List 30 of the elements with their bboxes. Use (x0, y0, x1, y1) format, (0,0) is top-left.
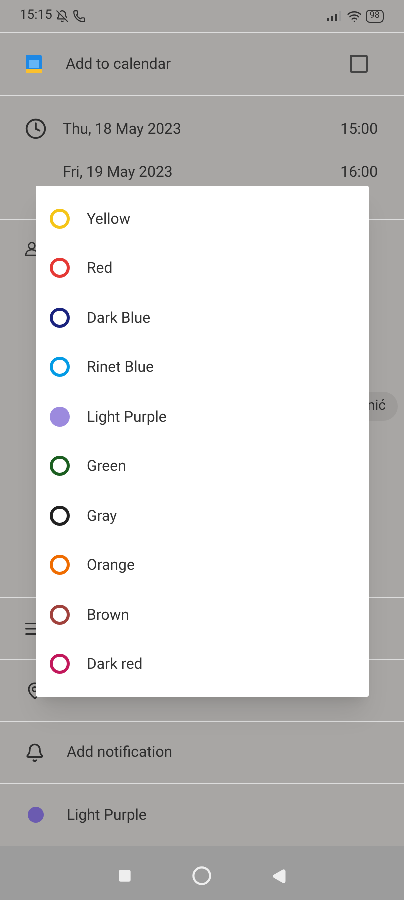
time-text[interactable]: 15:00 (340, 118, 378, 140)
notification-label[interactable]: Add notification (67, 741, 173, 764)
clock-icon (25, 118, 47, 140)
color-option[interactable]: Green (36, 442, 369, 491)
recents-button[interactable] (118, 869, 132, 883)
color-option[interactable]: Red (36, 244, 369, 293)
battery-indicator: 98 (366, 10, 384, 22)
back-button[interactable] (272, 868, 286, 884)
person-icon (25, 242, 39, 256)
color-option[interactable]: Dark Blue (36, 293, 369, 342)
status-time: 15:15 (20, 7, 52, 26)
phone-icon (73, 10, 86, 22)
color-option[interactable]: Yellow (36, 194, 369, 244)
color-option[interactable]: Gray (36, 491, 369, 540)
time-text[interactable]: 16:00 (340, 160, 378, 183)
signal-icon (326, 11, 343, 21)
color-option[interactable]: Orange (36, 540, 369, 590)
color-option[interactable]: Brown (36, 590, 369, 640)
color-option[interactable]: Rinet Blue (36, 342, 369, 392)
date-text[interactable]: Fri, 19 May 2023 (63, 160, 173, 183)
calendar-icon (26, 55, 42, 73)
muted-bell-icon (56, 10, 70, 22)
color-option[interactable]: Dark red (36, 640, 369, 689)
date-text[interactable]: Thu, 18 May 2023 (63, 118, 182, 140)
calendar-label: Add to calendar (66, 54, 172, 75)
bell-icon (25, 742, 45, 762)
wifi-icon (346, 8, 362, 24)
home-button[interactable] (192, 866, 212, 886)
color-label[interactable]: Light Purple (67, 804, 147, 826)
calendar-checkbox[interactable] (350, 55, 368, 73)
